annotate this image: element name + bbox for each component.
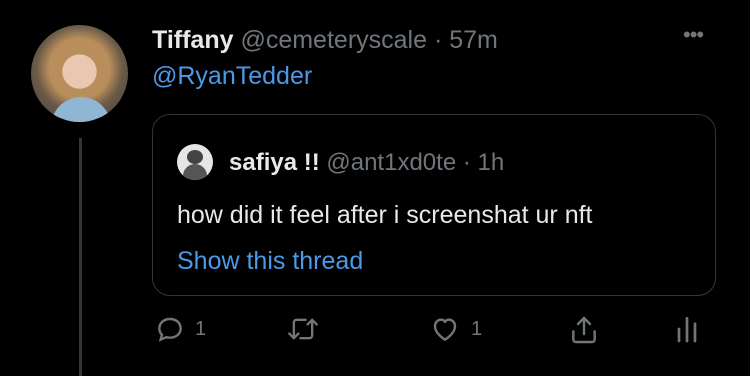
analytics-icon [677,317,697,343]
share-icon [572,316,596,344]
quoted-timestamp: 1h [477,149,505,176]
display-name[interactable]: Tiffany [152,26,234,54]
tweet-header: Tiffany @cemeteryscale · 57m [152,26,498,55]
like-count: 1 [471,317,483,340]
share-button[interactable] [568,313,600,347]
quoted-display-name: safiya !! [229,149,320,176]
separator: · [433,26,443,54]
reply-button[interactable]: 1 [154,313,206,345]
reply-count: 1 [195,317,207,340]
tweet-text-mention[interactable]: @RyanTedder [152,62,312,91]
quoted-tweet[interactable]: safiya !! @ant1xd0te · 1h how did it fee… [152,114,716,296]
quoted-avatar [177,144,213,180]
quoted-text: how did it feel after i screenshat ur nf… [177,201,593,229]
like-button[interactable]: 1 [428,313,482,345]
like-icon [433,318,457,341]
action-bar: 1 1 [0,313,750,353]
retweet-button[interactable] [286,313,320,345]
handle[interactable]: @cemeteryscale [240,26,427,54]
more-icon[interactable]: ••• [683,22,704,48]
quoted-separator: · [462,149,471,176]
quoted-header: safiya !! @ant1xd0te · 1h [229,149,504,177]
retweet-icon [288,318,318,340]
reply-icon [158,317,182,342]
analytics-button[interactable] [673,313,701,345]
avatar[interactable] [31,25,128,122]
show-thread-link[interactable]: Show this thread [177,247,363,276]
timestamp[interactable]: 57m [449,26,498,54]
quoted-handle: @ant1xd0te [326,149,457,176]
